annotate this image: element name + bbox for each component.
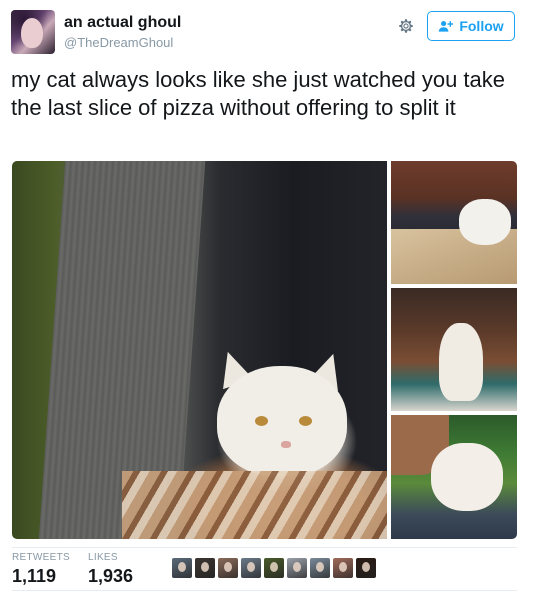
liker-face: [224, 562, 232, 572]
cat-in-box-photo[interactable]: [391, 161, 517, 284]
gear-icon[interactable]: [397, 17, 415, 35]
cat-sitting-on-rug-photo[interactable]: [391, 288, 517, 411]
author-display-name[interactable]: an actual ghoul: [64, 14, 181, 32]
cat-eye-left: [255, 416, 268, 426]
white-cat: [459, 199, 511, 245]
liker-face: [178, 562, 186, 572]
white-cat: [431, 443, 503, 511]
liker-avatar[interactable]: [195, 558, 215, 578]
liker-face: [201, 562, 209, 572]
person-holding-cat-photo[interactable]: [391, 415, 517, 539]
liker-avatar[interactable]: [287, 558, 307, 578]
follow-button[interactable]: Follow: [427, 11, 515, 41]
liker-avatar[interactable]: [333, 558, 353, 578]
patterned-blanket: [122, 471, 387, 539]
liker-avatars: [172, 558, 376, 578]
author-avatar[interactable]: [11, 10, 55, 54]
liker-face: [270, 562, 278, 572]
gear-icon-svg: [399, 19, 413, 33]
liker-face: [247, 562, 255, 572]
add-user-icon: [439, 21, 454, 32]
liker-face: [293, 562, 301, 572]
retweets-label[interactable]: RETWEETS: [12, 552, 70, 563]
tweet-media-grid: [12, 161, 517, 539]
stats-divider-top: [12, 547, 517, 548]
liker-avatar[interactable]: [241, 558, 261, 578]
tweet-text: my cat always looks like she just watche…: [11, 67, 506, 120]
stats-divider-bottom: [12, 590, 517, 591]
liker-avatar[interactable]: [356, 558, 376, 578]
white-cat: [439, 323, 483, 401]
liker-avatar[interactable]: [218, 558, 238, 578]
follow-button-label: Follow: [459, 18, 504, 34]
likes-label[interactable]: LIKES: [88, 552, 118, 563]
cat-nose: [281, 441, 291, 448]
cat-under-blanket-photo[interactable]: [12, 161, 387, 539]
liker-avatar[interactable]: [172, 558, 192, 578]
cat-head: [217, 366, 347, 476]
liker-face: [316, 562, 324, 572]
cat-eye-right: [299, 416, 312, 426]
author-handle[interactable]: @TheDreamGhoul: [64, 35, 173, 50]
likes-count[interactable]: 1,936: [88, 566, 133, 587]
liker-face: [362, 562, 370, 572]
avatar-face: [21, 18, 43, 48]
liker-face: [339, 562, 347, 572]
retweets-count[interactable]: 1,119: [12, 566, 56, 587]
liker-avatar[interactable]: [264, 558, 284, 578]
liker-avatar[interactable]: [310, 558, 330, 578]
